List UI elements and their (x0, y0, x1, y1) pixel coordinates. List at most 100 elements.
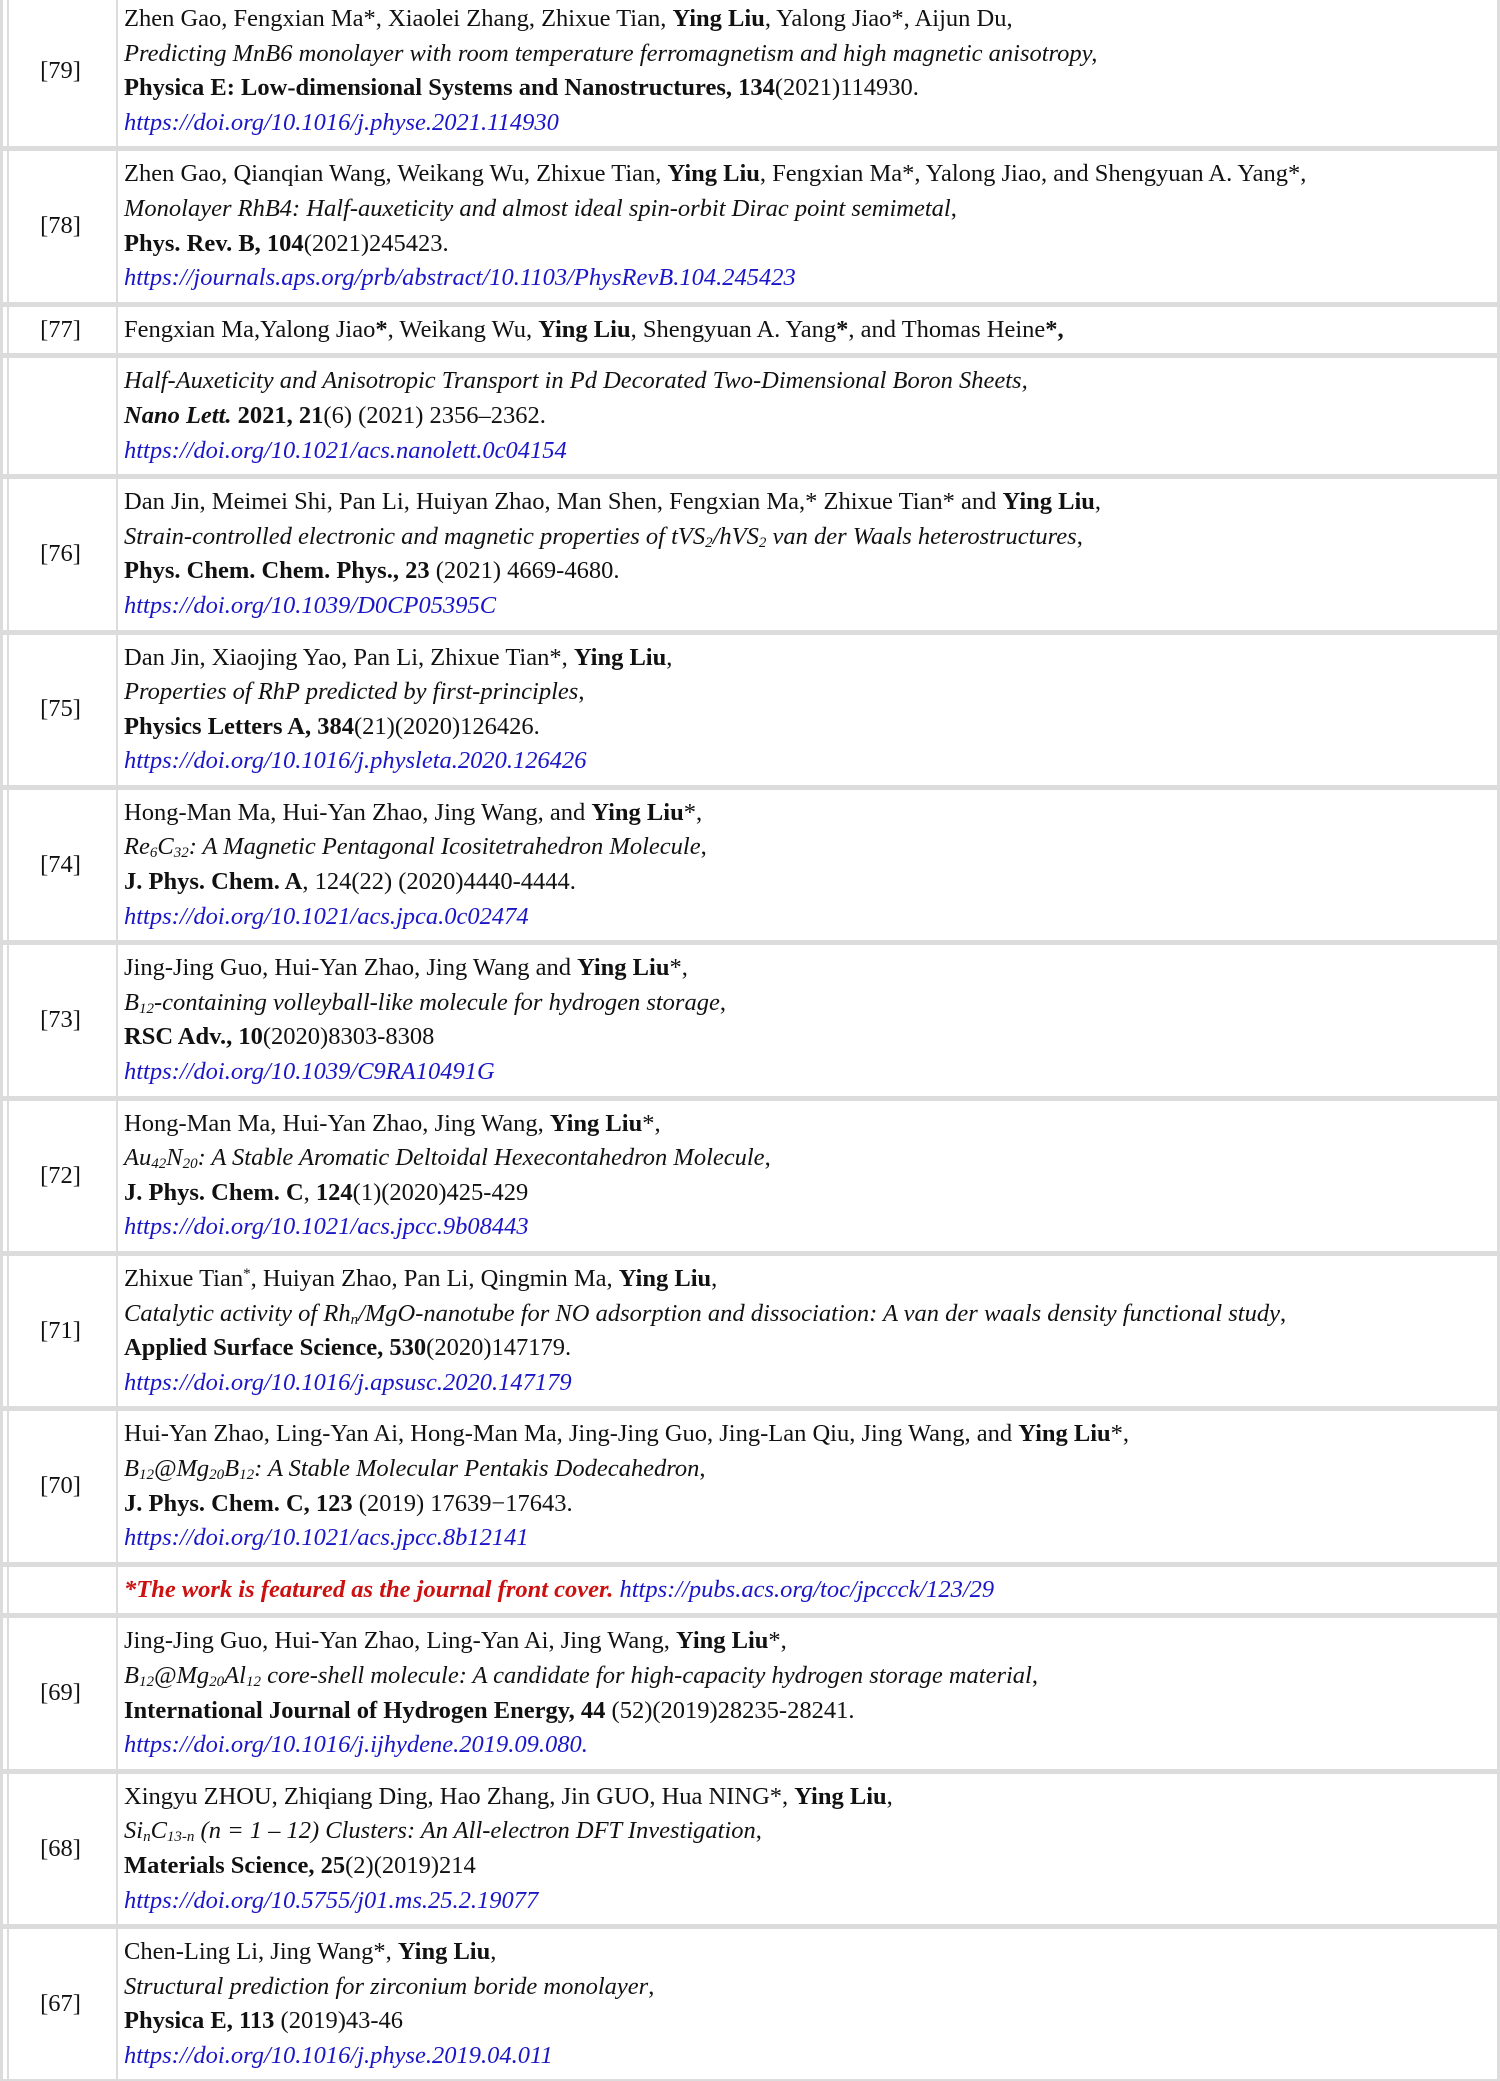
publication-entry: Hui-Yan Zhao, Ling-Yan Ai, Hong-Man Ma, … (116, 1408, 1500, 1564)
publication-number-label: [73] (40, 1006, 81, 1034)
publication-entry: Chen-Ling Li, Jing Wang*, Ying Liu, Struc… (116, 1926, 1500, 2081)
text-run: Ying Liu (618, 1265, 712, 1292)
publication-row: [70] Hui-Yan Zhao, Ling-Yan Ai, Hong-Man … (0, 1408, 1500, 1564)
text-run: Ying Liu (672, 5, 765, 32)
text-run: Ying Liu (397, 1938, 491, 1966)
text-run: Dan Jin, Meimei Shi, Pan Li, Huiyan Zhao… (124, 488, 1003, 516)
text-run: * (836, 315, 849, 343)
text-run: Ying Liu (549, 1109, 643, 1137)
row-gutter (0, 1926, 7, 2081)
text-run: Ying Liu (591, 798, 684, 826)
publication-entry: Fengxian Ma,Yalong Jiao*, Weikang Wu, Yi… (116, 303, 1500, 356)
text-run: /MgO-nanotube for NO adsorption and diss… (358, 1299, 1280, 1327)
publication-number-label: [72] (40, 1161, 81, 1189)
publication-title: Monolayer RhB4: Half-auxeticity and almo… (124, 192, 1491, 227)
doi-link[interactable]: https://doi.org/10.5755/j01.ms.25.2.1907… (124, 1887, 538, 1914)
doi-link[interactable]: https://journals.aps.org/prb/abstract/10… (124, 264, 796, 291)
publication-number: [69] (7, 1615, 116, 1771)
publication-journal: International Journal of Hydrogen Energy… (124, 1694, 1491, 1729)
publication-row: [74] Hong-Man Ma, Hui-Yan Zhao, Jing Wang… (0, 786, 1500, 943)
text-run: Xingyu ZHOU, Zhiqiang Ding, Hao Zhang, J… (124, 1782, 795, 1810)
text-run: Zhen Gao, Fengxian Ma*, Xiaolei Zhang, Z… (124, 5, 673, 32)
text-run: Physica E, 113 (124, 2007, 275, 2035)
doi-link[interactable]: https://doi.org/10.1016/j.ijhydene.2019.… (124, 1731, 588, 1758)
publication-entry: Jing-Jing Guo, Hui-Yan Zhao, Jing Wang a… (116, 942, 1500, 1098)
doi-link[interactable]: https://doi.org/10.1021/acs.jpcc.9b08443 (124, 1213, 529, 1240)
text-run: 12 (138, 1466, 154, 1483)
text-run: Strain-controlled electronic and magneti… (124, 522, 706, 550)
publication-row: [67] Chen-Ling Li, Jing Wang*, Ying Liu, S… (0, 1926, 1500, 2081)
text-run: n (350, 1311, 359, 1328)
text-run: , (950, 194, 957, 222)
text-run: J. Phys. Chem. C, 123 (124, 1489, 353, 1517)
publication-link-line: https://doi.org/10.1016/j.physleta.2020.… (124, 744, 1491, 779)
publication-number-label: [70] (40, 1472, 81, 1500)
text-run: J. Phys. Chem. A (124, 868, 303, 896)
publication-title: B12-containing volleyball-like molecule … (124, 986, 1491, 1021)
publication-title: Half-Auxeticity and Anisotropic Transpor… (124, 364, 1491, 399)
text-run: , (699, 1454, 706, 1482)
text-run: Ying Liu (676, 1627, 769, 1655)
doi-link[interactable]: https://doi.org/10.1039/C9RA10491G (124, 1058, 495, 1085)
text-run: 2 (705, 534, 713, 551)
publication-row: [77] Fengxian Ma,Yalong Jiao*, Weikang Wu… (0, 303, 1500, 356)
text-run: Zhen Gao, Qianqian Wang, Weikang Wu, Zhi… (124, 160, 668, 188)
text-run: , Yalong Jiao*, Aijun Du, (764, 5, 1013, 32)
publication-journal: Nano Lett. 2021, 21(6) (2021) 2356–2362. (124, 399, 1491, 434)
publication-number: [79] (7, 0, 116, 149)
text-run: (21)(2020)126426. (354, 712, 540, 740)
publication-number (7, 355, 116, 477)
text-run: (52)(2019)28235-28241. (605, 1696, 855, 1724)
text-run: Phys. Chem. Chem. Phys., 23 (124, 557, 430, 585)
doi-link[interactable]: https://doi.org/10.1016/j.apsusc.2020.14… (124, 1369, 572, 1396)
row-gutter (0, 942, 7, 1098)
publication-title: Properties of RhP predicted by first-pri… (124, 675, 1491, 710)
text-run: 124 (315, 1178, 353, 1206)
doi-link[interactable]: https://doi.org/10.1021/acs.nanolett.0c0… (124, 437, 567, 464)
text-run: (2)(2019)214 (345, 1851, 476, 1879)
text-run: , and Thomas Heine (848, 315, 1046, 343)
publication-row: *The work is featured as the journal fro… (0, 1563, 1500, 1616)
publication-link-line: https://doi.org/10.5755/j01.ms.25.2.1907… (124, 1884, 1491, 1919)
text-run: (2020)147179. (426, 1334, 572, 1362)
publication-entry: Zhixue Tian*, Huiyan Zhao, Pan Li, Qingm… (116, 1253, 1500, 1409)
text-run: @Mg (153, 1454, 210, 1482)
text-run: 12 (138, 1673, 154, 1690)
publication-entry: Zhen Gao, Fengxian Ma*, Xiaolei Zhang, Z… (116, 0, 1500, 149)
publication-title: Catalytic activity of Rhn/MgO-nanotube f… (124, 1297, 1491, 1332)
text-run: Re (124, 833, 150, 861)
publication-title: B12@Mg20B12: A Stable Molecular Pentakis… (124, 1452, 1491, 1487)
publication-number-label: [71] (40, 1316, 81, 1344)
text-run: Hui-Yan Zhao, Ling-Yan Ai, Hong-Man Ma, … (124, 1420, 1019, 1448)
publication-journal: J. Phys. Chem. A, 124(22) (2020)4440-444… (124, 865, 1491, 900)
publication-title: Predicting MnB6 monolayer with room temp… (124, 37, 1491, 72)
doi-link[interactable]: https://doi.org/10.1039/D0CP05395C (124, 592, 496, 619)
publication-link-line: https://doi.org/10.1016/j.physe.2021.114… (124, 106, 1491, 141)
doi-link[interactable]: https://doi.org/10.1016/j.physe.2021.114… (124, 109, 559, 136)
text-run: (n = 1 – 12) Clusters: An All-electron D… (194, 1817, 756, 1845)
text-run: Ying Liu (573, 643, 667, 671)
text-run: Jing-Jing Guo, Hui-Yan Zhao, Ling-Yan Ai… (124, 1627, 677, 1655)
publication-entry: Xingyu ZHOU, Zhiqiang Ding, Hao Zhang, J… (116, 1770, 1500, 1927)
doi-link[interactable]: https://doi.org/10.1021/acs.jpcc.8b12141 (124, 1524, 529, 1551)
cover-link[interactable]: https://pubs.acs.org/toc/jpccck/123/29 (619, 1576, 994, 1603)
publication-link-line: https://journals.aps.org/prb/abstract/10… (124, 261, 1491, 296)
publication-row: [68] Xingyu ZHOU, Zhiqiang Ding, Hao Zhan… (0, 1770, 1500, 1927)
doi-link[interactable]: https://doi.org/10.1016/j.physe.2019.04.… (124, 2042, 553, 2069)
publication-number: [78] (7, 148, 116, 304)
text-run: Ying Liu (1018, 1420, 1111, 1448)
text-run: Ying Liu (538, 315, 631, 343)
publication-entry: Hong-Man Ma, Hui-Yan Zhao, Jing Wang, an… (116, 786, 1500, 943)
text-run: 20 (209, 1466, 225, 1483)
text-run: , Huiyan Zhao, Pan Li, Qingmin Ma, (250, 1265, 619, 1292)
text-run: Chen-Ling Li, Jing Wang*, (124, 1938, 398, 1966)
doi-link[interactable]: https://doi.org/10.1016/j.physleta.2020.… (124, 747, 587, 774)
text-run: (2021)245423. (303, 229, 449, 257)
publication-authors: Xingyu ZHOU, Zhiqiang Ding, Hao Zhang, J… (124, 1780, 1491, 1815)
publication-row: [69] Jing-Jing Guo, Hui-Yan Zhao, Ling-Ya… (0, 1615, 1500, 1771)
doi-link[interactable]: https://doi.org/10.1021/acs.jpca.0c02474 (124, 903, 529, 930)
text-run: , (1076, 522, 1083, 550)
text-run: Phys. Rev. B, 104 (124, 229, 304, 257)
text-run: 20 (209, 1673, 225, 1690)
publication-authors: Zhen Gao, Fengxian Ma*, Xiaolei Zhang, Z… (124, 2, 1491, 37)
